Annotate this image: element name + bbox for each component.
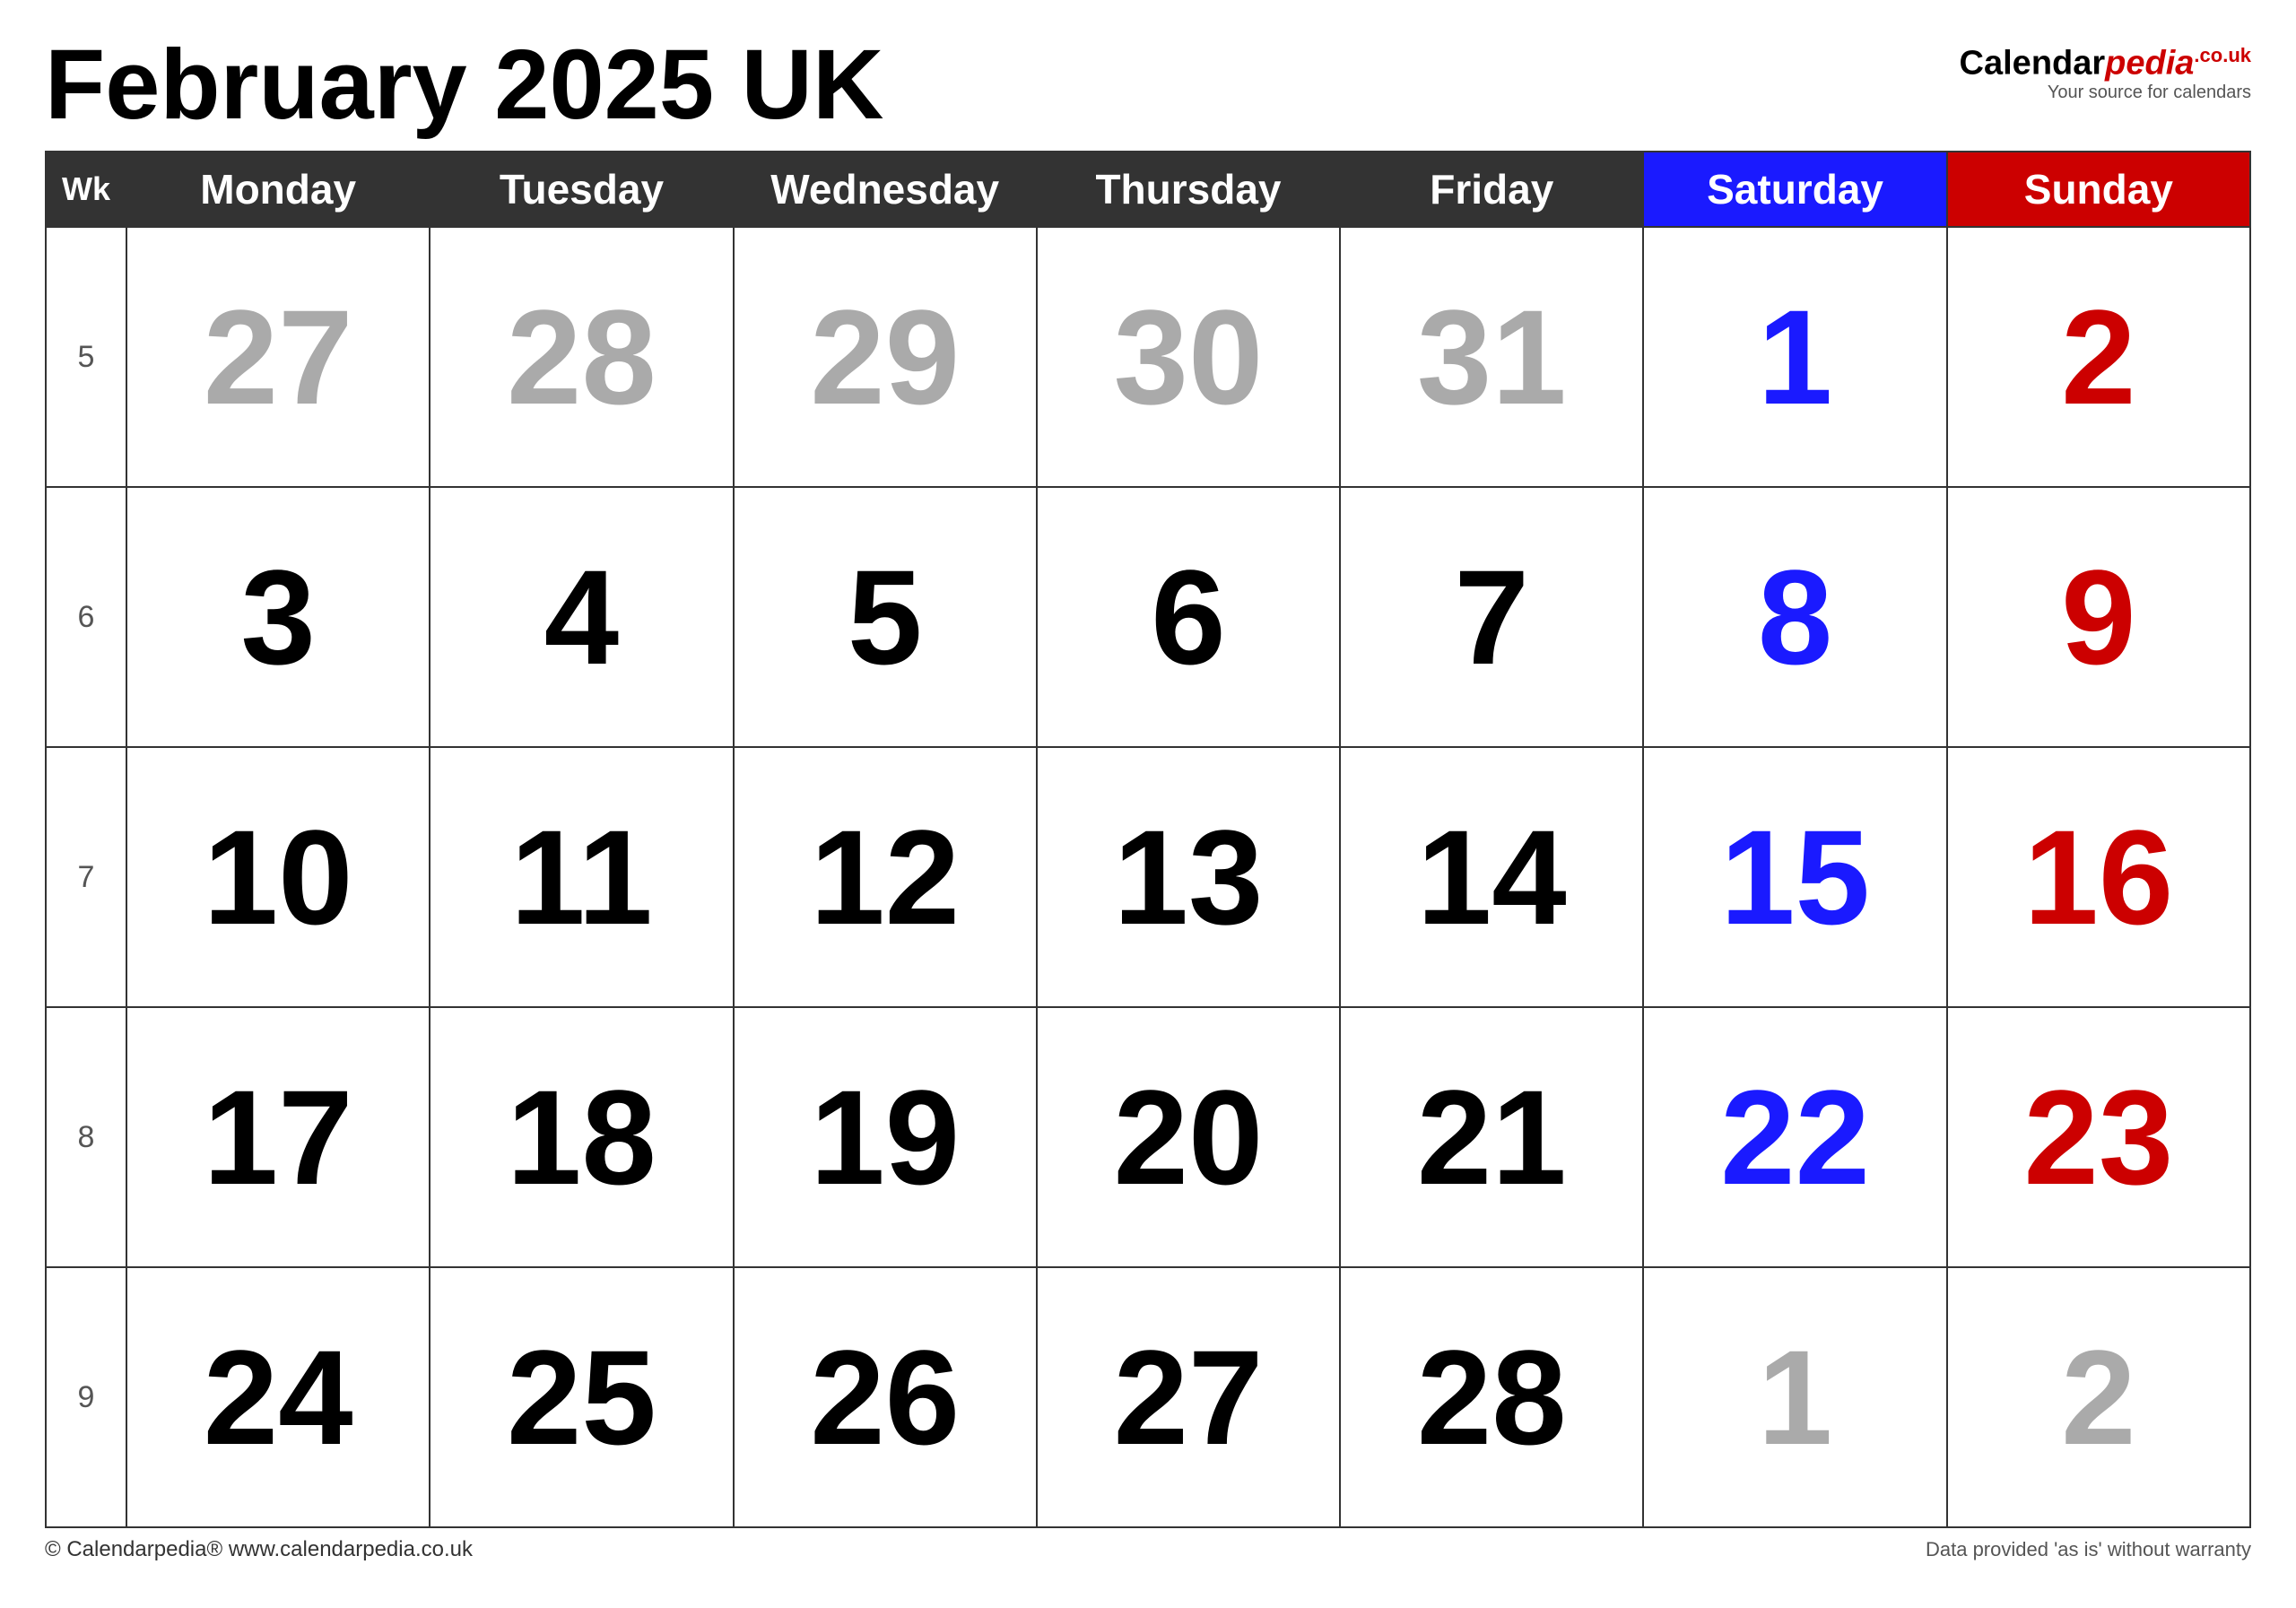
day-cell: 28 <box>430 227 733 487</box>
week-number-9: 9 <box>46 1267 126 1527</box>
logo-brand: Calendar <box>1960 45 2106 83</box>
th-sunday: Sunday <box>1947 152 2250 227</box>
day-cell: 12 <box>734 747 1037 1007</box>
day-cell: 8 <box>1643 487 1946 747</box>
day-cell: 13 <box>1037 747 1340 1007</box>
day-cell: 30 <box>1037 227 1340 487</box>
day-cell: 21 <box>1340 1007 1643 1267</box>
day-cell: 27 <box>1037 1267 1340 1527</box>
day-cell: 6 <box>1037 487 1340 747</box>
week-number-5: 5 <box>46 227 126 487</box>
th-thursday: Thursday <box>1037 152 1340 227</box>
day-cell: 3 <box>126 487 430 747</box>
day-cell: 17 <box>126 1007 430 1267</box>
day-cell: 26 <box>734 1267 1037 1527</box>
day-cell: 31 <box>1340 227 1643 487</box>
day-cell: 18 <box>430 1007 733 1267</box>
th-wednesday: Wednesday <box>734 152 1037 227</box>
th-week: Wk <box>46 152 126 227</box>
day-cell: 2 <box>1947 227 2250 487</box>
logo-couk: .co.uk <box>2194 44 2251 66</box>
calendar-row-7: 710111213141516 <box>46 747 2250 1007</box>
logo: Calendarpedia.co.uk Your source for cale… <box>1960 36 2251 103</box>
week-number-8: 8 <box>46 1007 126 1267</box>
th-saturday: Saturday <box>1643 152 1946 227</box>
day-cell: 1 <box>1643 1267 1946 1527</box>
week-number-6: 6 <box>46 487 126 747</box>
day-cell: 23 <box>1947 1007 2250 1267</box>
day-cell: 7 <box>1340 487 1643 747</box>
day-cell: 15 <box>1643 747 1946 1007</box>
day-cell: 9 <box>1947 487 2250 747</box>
logo-subtitle: Your source for calendars <box>1960 83 2251 103</box>
th-monday: Monday <box>126 152 430 227</box>
day-cell: 24 <box>126 1267 430 1527</box>
day-cell: 19 <box>734 1007 1037 1267</box>
page-title: February 2025 UK <box>45 36 883 135</box>
day-cell: 11 <box>430 747 733 1007</box>
day-cell: 25 <box>430 1267 733 1527</box>
day-cell: 14 <box>1340 747 1643 1007</box>
calendar-row-5: 5272829303112 <box>46 227 2250 487</box>
day-cell: 28 <box>1340 1267 1643 1527</box>
th-friday: Friday <box>1340 152 1643 227</box>
day-cell: 29 <box>734 227 1037 487</box>
day-cell: 27 <box>126 227 430 487</box>
calendar-row-8: 817181920212223 <box>46 1007 2250 1267</box>
footer-copyright: © Calendarpedia® www.calendarpedia.co.uk <box>45 1537 473 1562</box>
day-cell: 20 <box>1037 1007 1340 1267</box>
day-cell: 16 <box>1947 747 2250 1007</box>
calendar-row-9: 9242526272812 <box>46 1267 2250 1527</box>
logo-pedia: pedia <box>2105 45 2194 83</box>
day-cell: 2 <box>1947 1267 2250 1527</box>
week-number-7: 7 <box>46 747 126 1007</box>
day-cell: 1 <box>1643 227 1946 487</box>
day-cell: 22 <box>1643 1007 1946 1267</box>
footer-warranty: Data provided 'as is' without warranty <box>1926 1538 2251 1561</box>
th-tuesday: Tuesday <box>430 152 733 227</box>
calendar-row-6: 63456789 <box>46 487 2250 747</box>
day-cell: 4 <box>430 487 733 747</box>
day-cell: 10 <box>126 747 430 1007</box>
calendar-table: Wk Monday Tuesday Wednesday Thursday Fri… <box>45 151 2251 1528</box>
day-cell: 5 <box>734 487 1037 747</box>
